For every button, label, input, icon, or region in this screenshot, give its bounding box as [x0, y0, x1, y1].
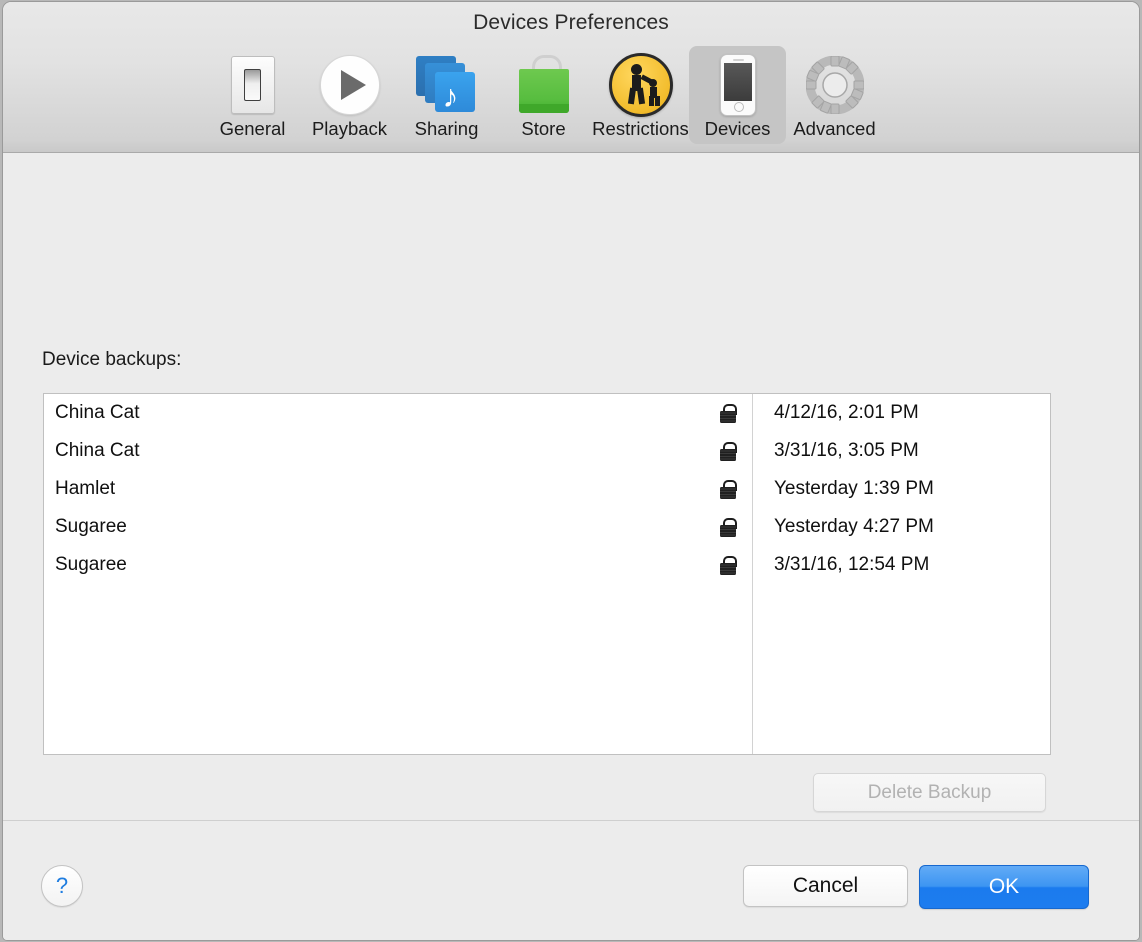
table-row[interactable]: China Cat	[44, 394, 752, 432]
tab-sharing-label: Sharing	[414, 118, 479, 139]
table-row[interactable]: 4/12/16, 2:01 PM	[753, 394, 1050, 432]
backup-name: Sugaree	[55, 554, 127, 575]
tab-devices[interactable]: Devices	[689, 46, 786, 144]
backup-date-column: 4/12/16, 2:01 PM 3/31/16, 3:05 PM Yester…	[752, 394, 1050, 754]
backup-name: Hamlet	[55, 478, 116, 499]
dialog-footer: ? Cancel OK	[3, 820, 1139, 940]
backup-date: Yesterday 4:27 PM	[774, 516, 934, 537]
table-row[interactable]: Sugaree	[44, 546, 752, 584]
table-row[interactable]: 3/31/16, 12:54 PM	[753, 546, 1050, 584]
music-stack-icon: ♪	[415, 54, 478, 116]
iphone-icon	[719, 54, 756, 116]
tab-general[interactable]: General	[204, 46, 301, 144]
backup-date: 3/31/16, 3:05 PM	[774, 440, 919, 461]
table-row[interactable]: Yesterday 4:27 PM	[753, 508, 1050, 546]
backup-name: China Cat	[55, 402, 140, 423]
lock-icon	[720, 479, 737, 499]
cancel-button[interactable]: Cancel	[743, 865, 908, 907]
backup-date: 3/31/16, 12:54 PM	[774, 554, 930, 575]
tab-sharing[interactable]: ♪ Sharing	[398, 46, 495, 144]
lock-icon	[720, 517, 737, 537]
tab-store[interactable]: Store	[495, 46, 592, 144]
table-row[interactable]: Yesterday 1:39 PM	[753, 470, 1050, 508]
lock-icon	[720, 555, 737, 575]
tab-advanced[interactable]: Advanced	[786, 46, 883, 144]
table-row[interactable]: Hamlet	[44, 470, 752, 508]
ok-button[interactable]: OK	[919, 865, 1089, 909]
tab-general-label: General	[219, 118, 286, 139]
preferences-window: Devices Preferences General Playback ♪ S…	[3, 2, 1139, 940]
table-row[interactable]: Sugaree	[44, 508, 752, 546]
tab-devices-label: Devices	[704, 118, 771, 139]
gear-icon	[805, 54, 864, 116]
device-backups-label: Device backups:	[42, 349, 182, 370]
table-row[interactable]: China Cat	[44, 432, 752, 470]
tab-restrictions[interactable]: Restrictions	[592, 46, 689, 144]
window-title: Devices Preferences	[473, 11, 669, 34]
tab-store-label: Store	[521, 118, 566, 139]
backup-name: Sugaree	[55, 516, 127, 537]
lock-icon	[720, 403, 737, 423]
play-circle-icon	[319, 54, 380, 116]
light-switch-icon	[230, 54, 275, 116]
tab-playback[interactable]: Playback	[301, 46, 398, 144]
preferences-tab-bar: General Playback ♪ Sharing Store Restric…	[204, 46, 883, 144]
table-row[interactable]: 3/31/16, 3:05 PM	[753, 432, 1050, 470]
shopping-bag-icon	[517, 54, 571, 116]
tab-restrictions-label: Restrictions	[592, 118, 689, 139]
delete-backup-button[interactable]: Delete Backup	[813, 773, 1046, 812]
backup-name-column: China Cat China Cat Hamlet Sugaree Sugar…	[44, 394, 752, 754]
tab-advanced-label: Advanced	[793, 118, 876, 139]
help-button[interactable]: ?	[41, 865, 83, 907]
parental-sign-icon	[608, 53, 673, 117]
backup-date: 4/12/16, 2:01 PM	[774, 402, 919, 423]
backup-date: Yesterday 1:39 PM	[774, 478, 934, 499]
toolbar: Devices Preferences General Playback ♪ S…	[3, 2, 1139, 153]
device-backups-list[interactable]: China Cat China Cat Hamlet Sugaree Sugar…	[43, 393, 1051, 755]
backup-name: China Cat	[55, 440, 140, 461]
tab-playback-label: Playback	[311, 118, 388, 139]
lock-icon	[720, 441, 737, 461]
